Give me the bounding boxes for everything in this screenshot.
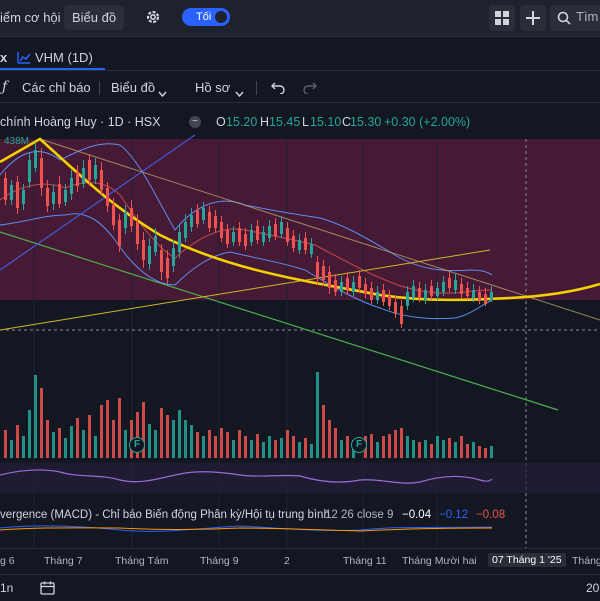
volume-tag: 438M [4,136,30,147]
rsi-background-band [0,463,600,493]
volume-bars [4,372,493,458]
x-tick-label: 2 [284,555,290,567]
symbol-title[interactable]: chính Hoàng Huy · 1D · HSX [0,113,161,131]
open-value: 15.20 [226,115,258,129]
x-tick-label: g 6 [0,555,15,567]
macd-histogram-value: −0.08 [476,509,506,521]
event-marker-f[interactable]: F [351,437,367,453]
time-axis[interactable]: g 6 Tháng 7 Tháng Tám Tháng 9 2 Tháng 11… [0,548,600,575]
open-label: O [216,115,226,129]
x-tick-label: Tháng 11 [343,555,387,567]
low-value: 15.10 [310,115,342,129]
high-label: H [260,115,270,129]
high-value: 15.45 [269,115,301,129]
x-tick-label: Tháng 9 [200,555,239,567]
low-label: L [302,115,309,129]
calendar-icon[interactable] [40,581,55,600]
macd-params: 12 26 close 9 [325,509,394,521]
x-tick-label: Tháng Tám [115,555,169,567]
change-value: +0.30 (+2.00%) [384,115,471,129]
range-button[interactable]: 1n [0,581,13,595]
x-tick-label: Tháng Mười hai [402,555,477,567]
price-chart[interactable] [0,0,600,548]
signal-line [0,527,493,532]
event-marker-f[interactable]: F [129,437,145,453]
close-value: 15.30 [350,115,382,129]
year-label: 20 [586,581,600,595]
x-tick-label: Tháng [572,555,600,567]
macd-value: −0.04 [402,509,432,521]
macd-signal-value: −0.12 [439,509,469,521]
crosshair-date-label: 07 Tháng 1 '25 [488,553,566,567]
legend-collapse-button[interactable]: − [189,116,201,128]
x-tick-label: Tháng 7 [44,555,83,567]
bottom-bar: 1n 20 [0,574,600,601]
macd-title[interactable]: vergence (MACD) - Chỉ báo Biến động Phân… [0,507,330,523]
